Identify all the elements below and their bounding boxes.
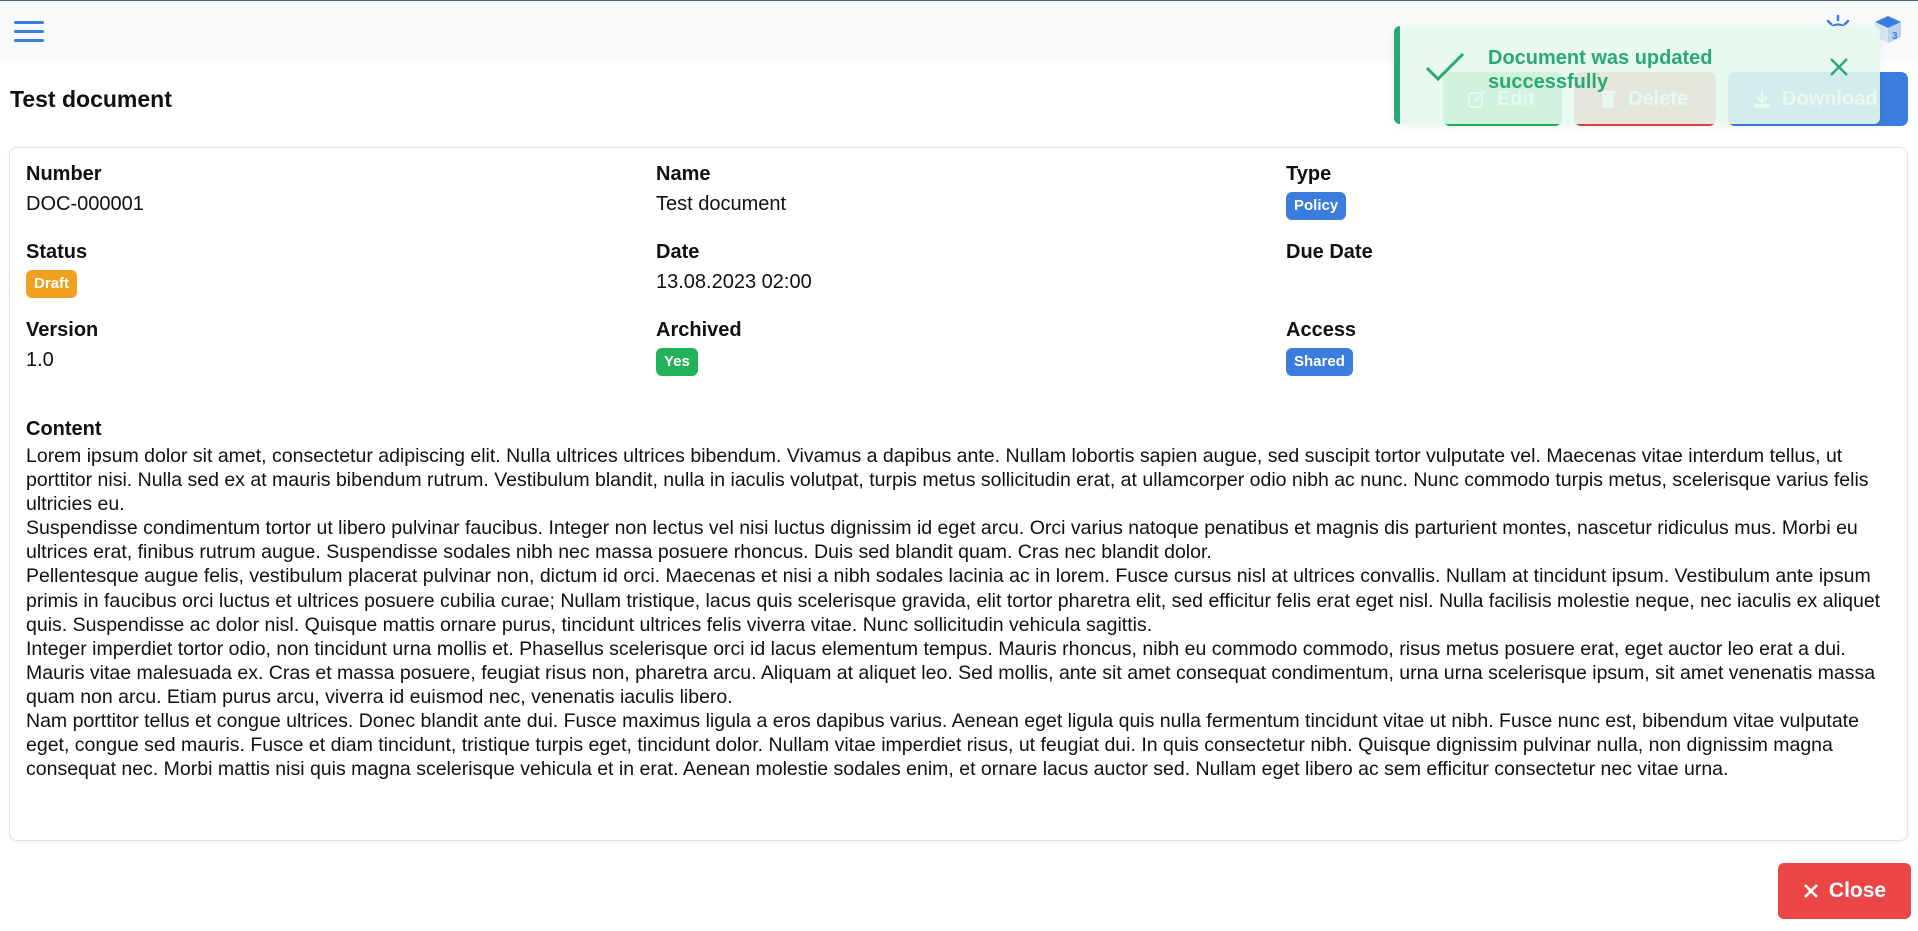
field-version: Version 1.0 — [26, 318, 98, 372]
content-paragraph: Integer imperdiet tortor odio, non tinci… — [26, 637, 1876, 708]
close-button[interactable]: Close — [1778, 863, 1911, 919]
field-label: Archived — [656, 319, 742, 341]
field-label: Number — [26, 163, 102, 185]
field-name: Name Test document — [656, 162, 786, 216]
field-label: Date — [656, 241, 700, 263]
content-paragraph: Pellentesque augue felis, vestibulum pla… — [26, 565, 1881, 636]
field-label: Version — [26, 319, 99, 341]
document-details-card: Number DOC-000001 Name Test document Typ… — [9, 147, 1908, 841]
field-due-date: Due Date — [1286, 240, 1373, 270]
field-value: Test document — [656, 193, 787, 215]
field-archived: Archived Yes — [656, 318, 742, 376]
type-badge: Policy — [1286, 192, 1347, 220]
field-label: Status — [26, 241, 88, 263]
archived-badge: Yes — [656, 348, 698, 376]
field-date: Date 13.08.2023 02:00 — [656, 240, 812, 294]
field-value: DOC-000001 — [26, 193, 144, 215]
content-body: Lorem ipsum dolor sit amet, consectetur … — [26, 444, 1906, 781]
field-number: Number DOC-000001 — [26, 162, 144, 216]
field-type: Type Policy — [1286, 162, 1347, 220]
field-access: Access Shared — [1286, 318, 1356, 376]
close-icon — [1803, 884, 1818, 898]
close-icon[interactable] — [1828, 56, 1850, 78]
field-status: Status Draft — [26, 240, 87, 298]
field-value: 13.08.2023 02:00 — [656, 271, 812, 293]
field-label: Type — [1286, 163, 1332, 185]
hamburger-icon[interactable] — [14, 20, 44, 42]
content-paragraph: Suspendisse condimentum tortor ut libero… — [26, 517, 1858, 564]
page-title: Test document — [10, 86, 172, 112]
access-badge: Shared — [1286, 348, 1353, 376]
content-label: Content — [26, 418, 102, 440]
field-label: Due Date — [1286, 241, 1373, 263]
status-badge: Draft — [26, 270, 78, 298]
success-toast: Document was updated successfully — [1394, 26, 1880, 124]
svg-text:3: 3 — [1892, 31, 1898, 42]
field-value: 1.0 — [26, 349, 54, 371]
checkmark-icon — [1425, 52, 1465, 82]
field-label: Name — [656, 163, 711, 185]
toast-message: Document was updated successfully — [1488, 47, 1713, 93]
close-label: Close — [1828, 879, 1887, 902]
content-paragraph: Lorem ipsum dolor sit amet, consectetur … — [26, 445, 1869, 516]
field-label: Access — [1286, 319, 1357, 341]
content-paragraph: Nam porttitor tellus et congue ultrices.… — [26, 710, 1859, 781]
